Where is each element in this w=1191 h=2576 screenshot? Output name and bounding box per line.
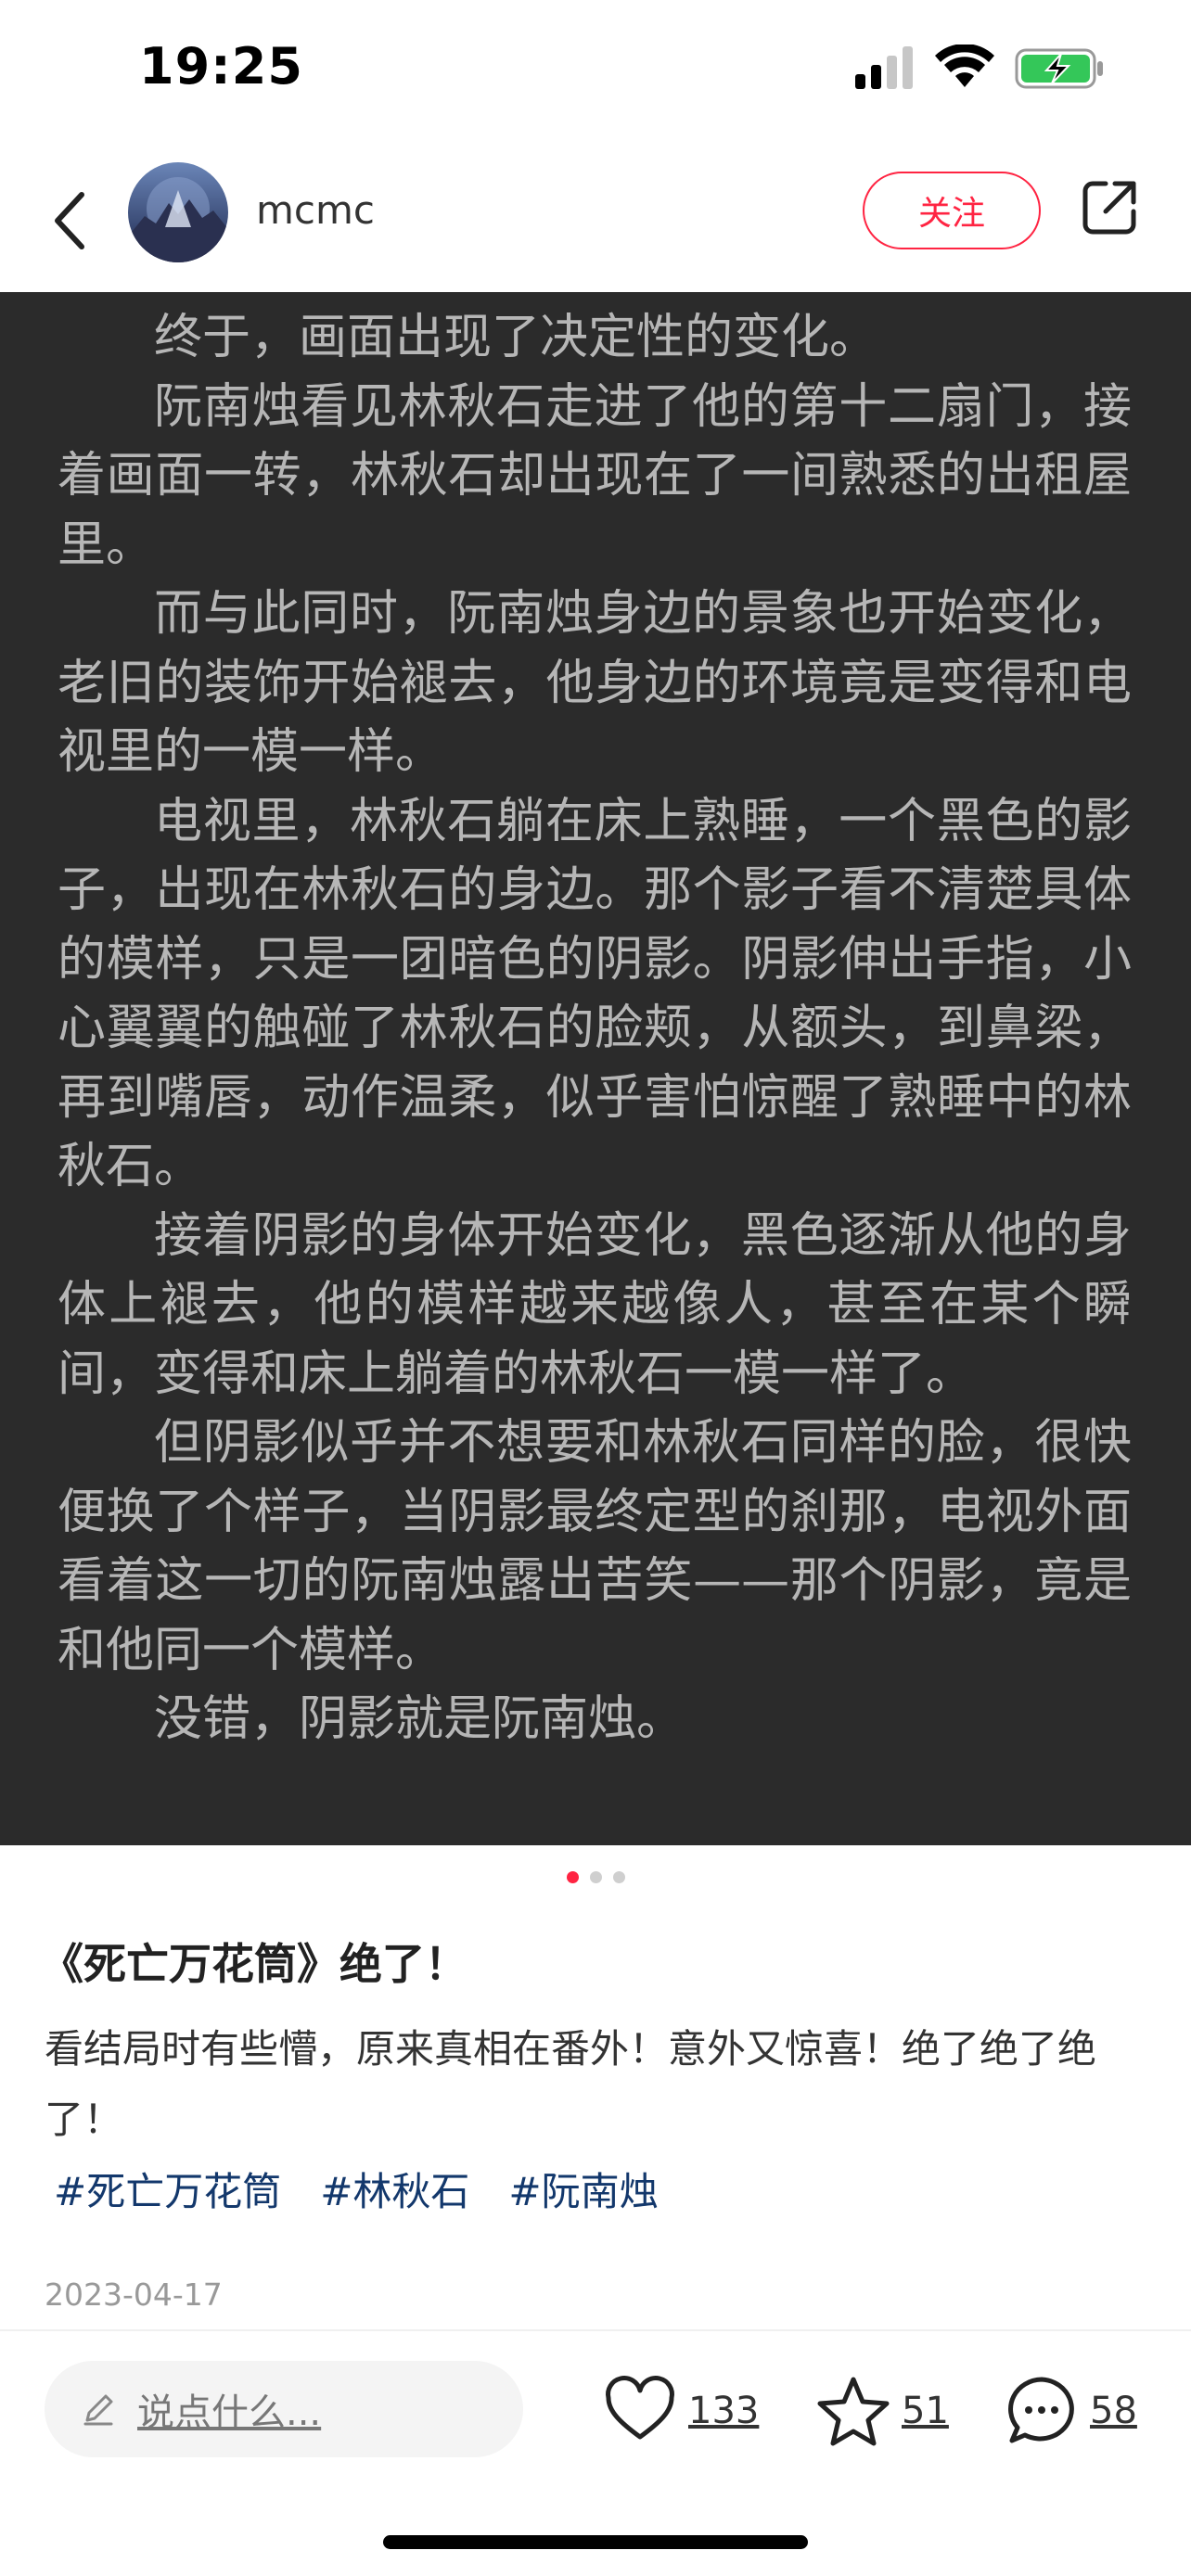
star-icon — [817, 2377, 890, 2446]
home-indicator — [383, 2535, 808, 2549]
comment-count: 58 — [1090, 2390, 1137, 2432]
image-paragraph: 阮南烛看见林秋石走进了他的第十二扇门，接着画面一转，林秋石却出现在了一间熟悉的出… — [58, 378, 1132, 573]
battery-charging-icon — [1015, 48, 1103, 89]
divider — [0, 2329, 1191, 2331]
comment-button[interactable]: 58 — [1005, 2374, 1137, 2448]
wifi-icon — [935, 45, 994, 87]
pagination-dot-active[interactable] — [566, 1871, 579, 1883]
post-image[interactable]: 终于，画面出现了决定性的变化。 阮南烛看见林秋石走进了他的第十二扇门，接着画面一… — [0, 292, 1191, 1845]
follow-button[interactable]: 关注 — [863, 172, 1041, 249]
image-pagination — [0, 1871, 1191, 1890]
status-bar: 19:25 — [0, 0, 1191, 139]
pagination-dot[interactable] — [612, 1871, 625, 1883]
image-paragraph: 接着阴影的身体开始变化，黑色逐渐从他的身体上褪去，他的模样越来越像人，甚至在某个… — [58, 1207, 1132, 1402]
share-icon[interactable] — [1080, 178, 1139, 237]
hashtag-link[interactable]: #阮南烛 — [508, 2161, 658, 2217]
image-paragraph: 电视里，林秋石躺在床上熟睡，一个黑色的影子，出现在林秋石的身边。那个影子看不清楚… — [58, 793, 1132, 1195]
tag-list: #死亡万花筒 #林秋石 #阮南烛 — [54, 2161, 659, 2217]
cellular-signal-icon — [855, 46, 913, 89]
like-button[interactable]: 133 — [603, 2374, 759, 2448]
image-paragraph: 但阴影似乎并不想要和林秋石同样的脸，很快便换了个样子，当阴影最终定型的刹那，电视… — [58, 1415, 1132, 1678]
post-header: mcmc 关注 — [0, 148, 1191, 292]
hashtag-link[interactable]: #死亡万花筒 — [54, 2161, 281, 2217]
chat-bubble-icon — [1008, 2377, 1074, 2443]
avatar-image — [128, 162, 228, 262]
comment-placeholder: 说点什么... — [137, 2391, 322, 2434]
image-text-block: 终于，画面出现了决定性的变化。 阮南烛看见林秋石走进了他的第十二扇门，接着画面一… — [0, 292, 1191, 1754]
avatar[interactable] — [128, 162, 228, 262]
pagination-dot[interactable] — [589, 1871, 602, 1883]
favorite-count: 51 — [902, 2390, 949, 2432]
like-count: 133 — [688, 2390, 760, 2432]
hashtag-link[interactable]: #林秋石 — [320, 2161, 469, 2217]
comment-input[interactable]: 说点什么... — [45, 2361, 523, 2457]
image-paragraph: 终于，画面出现了决定性的变化。 — [154, 310, 878, 365]
back-arrow-icon[interactable] — [46, 184, 95, 258]
username[interactable]: mcmc — [256, 187, 375, 233]
heart-icon — [606, 2376, 674, 2440]
pencil-icon — [83, 2394, 113, 2426]
status-time: 19:25 — [139, 37, 303, 96]
post-date: 2023-04-17 — [45, 2276, 223, 2313]
image-paragraph: 没错，阴影就是阮南烛。 — [154, 1691, 685, 1747]
post-title: 《死亡万花筒》绝了！ — [41, 1939, 467, 1989]
favorite-button[interactable]: 51 — [816, 2374, 949, 2448]
post-body: 看结局时有些懵，原来真相在番外！意外又惊喜！绝了绝了绝了！ — [45, 2026, 1097, 2142]
image-paragraph: 而与此同时，阮南烛身边的景象也开始变化，老旧的装饰开始褪去，他身边的环境竟是变得… — [58, 586, 1132, 780]
